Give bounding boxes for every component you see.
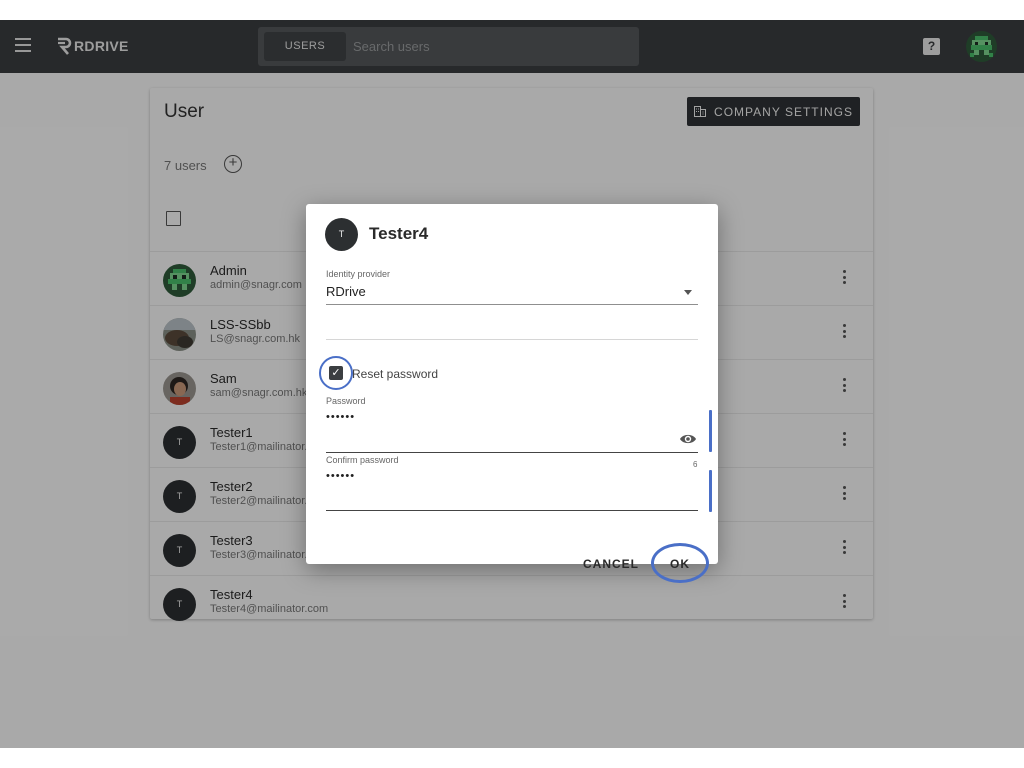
empty-field-underline [326, 339, 698, 340]
app: RDRIVE USERS ? User [0, 20, 1024, 748]
confirm-password-underline [326, 510, 698, 512]
password-label: Password [326, 396, 366, 406]
password-accent-bar [709, 410, 712, 452]
visibility-eye-icon[interactable] [679, 433, 697, 445]
confirm-password-label: Confirm password [326, 455, 399, 465]
screenshot-frame: RDRIVE USERS ? User [0, 0, 1024, 768]
confirm-password-field[interactable]: •••••• [326, 470, 698, 482]
identity-provider-select[interactable]: RDrive [326, 284, 698, 304]
dropdown-arrow-icon[interactable] [684, 290, 692, 295]
checkbox-highlight-ring [319, 356, 353, 390]
reset-password-label: Reset password [352, 367, 439, 381]
password-underline [326, 452, 698, 454]
identity-provider-label: Identity provider [326, 269, 391, 279]
confirm-accent-bar [709, 470, 712, 512]
password-field[interactable]: •••••• [326, 411, 666, 423]
ok-highlight-ring [651, 543, 709, 583]
dialog-title: Tester4 [369, 224, 429, 243]
cancel-button[interactable]: CANCEL [583, 557, 639, 571]
edit-user-dialog: T Tester4 Identity provider RDrive ✓ Res… [306, 204, 718, 583]
password-char-count: 6 [693, 460, 698, 469]
identity-provider-underline [326, 304, 698, 305]
dialog-avatar: T [325, 218, 358, 251]
